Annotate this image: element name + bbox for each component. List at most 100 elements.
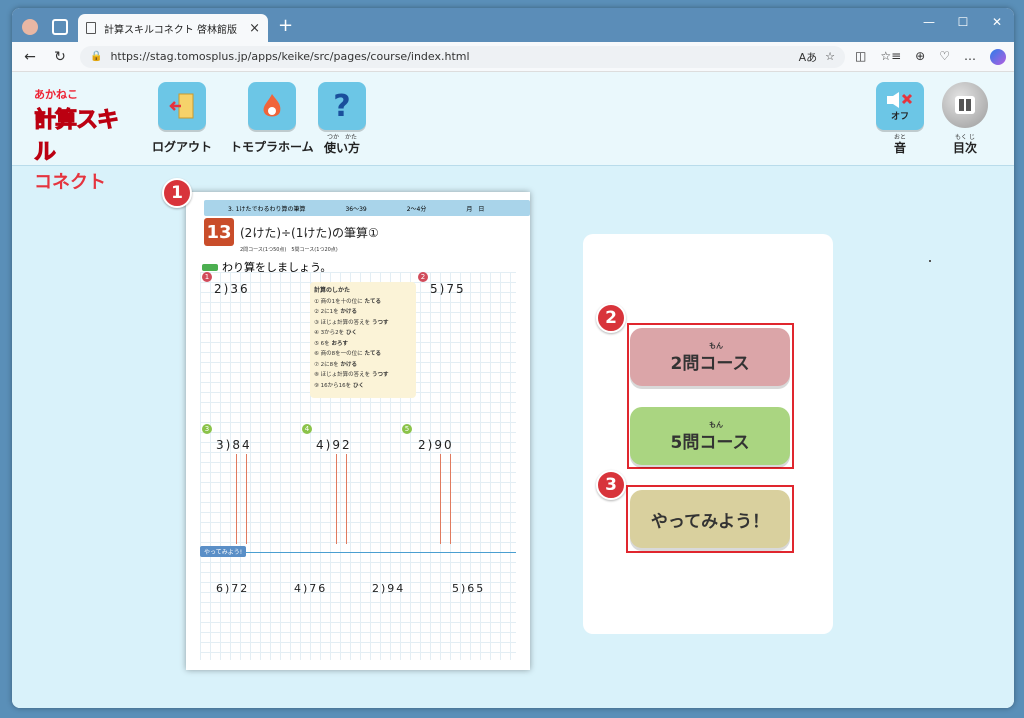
sound-label: 音 — [893, 141, 906, 155]
two-question-course-button[interactable]: もん 2問コース — [630, 328, 790, 386]
hint-box: 計算のしかた ① 商の1を十の位に たてる ② 2に1を かける ③ ほじょ計算… — [310, 282, 416, 398]
url-field[interactable]: 🔒 https://stag.tomosplus.jp/apps/keike/s… — [80, 45, 846, 68]
hint-step: ④ 3から2を ひく — [314, 330, 357, 336]
how-to-use-button[interactable]: ? つか かた 使い方 — [318, 82, 366, 156]
hint-step: ⑥ 商の8を一の位に たてる — [314, 351, 381, 357]
lesson-number: 13 — [204, 218, 234, 246]
book-icon — [942, 82, 988, 128]
app-header: あかねこ 計算スキル コネクト ログアウト トモプラホーム ? つか かた 使い… — [12, 72, 1014, 193]
tomopla-home-label: トモプラホーム — [230, 140, 314, 154]
marker-1: 1 — [162, 178, 192, 208]
tab-title: 計算スキルコネクト 啓林館版 — [104, 24, 237, 36]
problem-5: 2)90 — [418, 438, 454, 452]
address-bar: ← ↻ 🔒 https://stag.tomosplus.jp/apps/kei… — [12, 42, 1014, 72]
logo-line1: あかねこ — [34, 88, 78, 101]
hint-step: ⑤ 6を おろす — [314, 340, 348, 347]
course-line: 2問コース(1つ50点) 5問コース(1つ20点) — [240, 247, 338, 253]
guide-line — [236, 454, 237, 544]
bonus-problem: 2)94 — [372, 582, 406, 595]
guide-line — [440, 454, 441, 544]
hint-step: ⑦ 2に8を かける — [314, 361, 357, 368]
course-label: 5問コース — [670, 432, 750, 453]
problem-number: 5 — [402, 424, 412, 434]
time-estimate: 2〜4分 — [406, 205, 427, 213]
worksheet-preview[interactable]: 3. 1けたでわるわり算の筆算 36〜39 2〜4分 月 日 13 (2けた)÷… — [186, 192, 530, 670]
try-it-label: やってみよう！ — [650, 511, 770, 532]
url-text: https://stag.tomosplus.jp/apps/keike/src… — [110, 50, 470, 63]
tab-close-button[interactable]: × — [249, 21, 260, 36]
problem-number: 2 — [418, 272, 428, 282]
guide-line — [336, 454, 337, 544]
unit-title: 3. 1けたでわるわり算の筆算 — [228, 205, 306, 213]
logout-label: ログアウト — [152, 140, 213, 154]
problem-4: 4)92 — [316, 438, 352, 452]
problem-2: 5)75 — [430, 282, 466, 296]
guide-line — [450, 454, 451, 544]
guide-line — [246, 454, 247, 544]
textbook-pages: 36〜39 — [345, 205, 367, 213]
bonus-problem: 6)72 — [216, 582, 250, 595]
how-to-use-ruby: つか かた — [326, 134, 357, 141]
more-icon[interactable]: … — [964, 49, 976, 65]
try-it-button[interactable]: やってみよう！ — [630, 490, 790, 548]
hint-step: ② 2に1を かける — [314, 309, 357, 315]
speaker-off-icon: オフ — [876, 82, 924, 130]
worksheet-title: (2けた)÷(1けた)の筆算① — [240, 225, 379, 240]
pencil-icon — [202, 263, 218, 271]
sound-button[interactable]: オフ おと 音 — [876, 82, 924, 156]
logout-button[interactable]: ログアウト — [152, 82, 212, 155]
favorite-icon[interactable]: ☆ — [825, 50, 835, 63]
toc-label: 目次 — [952, 141, 977, 155]
browser-tab[interactable]: 計算スキルコネクト 啓林館版 × — [78, 14, 268, 42]
course-label: 2問コース — [670, 353, 750, 374]
page-icon — [86, 22, 96, 34]
app-logo: あかねこ 計算スキル コネクト — [34, 86, 130, 193]
close-button[interactable]: ✕ — [980, 8, 1014, 36]
marker-3: 3 — [596, 470, 626, 500]
how-to-use-label: 使い方 — [323, 141, 360, 155]
maximize-button[interactable]: ☐ — [946, 8, 980, 36]
read-aloud-icon[interactable]: Aあ — [799, 49, 818, 65]
problem-number: 1 — [202, 272, 212, 282]
collections-icon[interactable]: ⊕ — [915, 49, 925, 65]
worksheet-title-row: 13 (2けた)÷(1けた)の筆算① — [204, 218, 530, 246]
tomopla-home-button[interactable]: トモプラホーム — [230, 82, 314, 155]
stray-dot — [929, 260, 931, 262]
problem-number: 3 — [202, 424, 212, 434]
question-icon: ? — [318, 82, 366, 130]
logout-icon — [158, 82, 206, 130]
back-icon[interactable]: ← — [20, 49, 40, 65]
title-bar: 計算スキルコネクト 啓林館版 × + — ☐ ✕ — [12, 8, 1014, 42]
toc-ruby: もく じ — [955, 134, 975, 141]
reload-icon[interactable]: ↻ — [50, 49, 70, 65]
hint-step: ⑧ ほじょ計算の答えを うつす — [314, 372, 389, 378]
copilot-icon[interactable] — [990, 48, 1006, 65]
new-tab-button[interactable]: + — [278, 15, 293, 36]
profile-icon[interactable] — [22, 19, 38, 35]
bonus-problem: 5)65 — [452, 582, 486, 595]
problem-number: 4 — [302, 424, 312, 434]
lock-icon: 🔒 — [90, 51, 103, 62]
date-field: 月 日 — [466, 205, 485, 213]
bonus-problem: 4)76 — [294, 582, 328, 595]
extensions-icon[interactable]: ♡ — [939, 49, 950, 65]
marker-2: 2 — [596, 303, 626, 333]
hint-title: 計算のしかた — [314, 287, 351, 294]
guide-line — [346, 454, 347, 544]
logo-line2: 計算スキル — [34, 108, 120, 166]
problem-3: 3)84 — [216, 438, 252, 452]
minimize-button[interactable]: — — [912, 8, 946, 36]
course-ruby: もん — [709, 341, 723, 350]
bonus-separator — [200, 552, 516, 553]
split-screen-icon[interactable]: ◫ — [855, 49, 866, 65]
browser-window: 計算スキルコネクト 啓林館版 × + — ☐ ✕ ← ↻ 🔒 https://s… — [12, 8, 1014, 708]
favorites-list-icon[interactable]: ☆≡ — [880, 49, 901, 65]
sound-ruby: おと — [893, 134, 906, 141]
five-question-course-button[interactable]: もん 5問コース — [630, 407, 790, 465]
hint-step: ① 商の1を十の位に たてる — [314, 298, 381, 305]
sound-badge: オフ — [890, 111, 909, 122]
course-ruby: もん — [709, 420, 723, 429]
hint-step: ⑨ 16から16を ひく — [314, 382, 364, 389]
tab-actions-icon[interactable] — [52, 19, 68, 35]
toc-button[interactable]: もく じ 目次 — [942, 82, 988, 156]
